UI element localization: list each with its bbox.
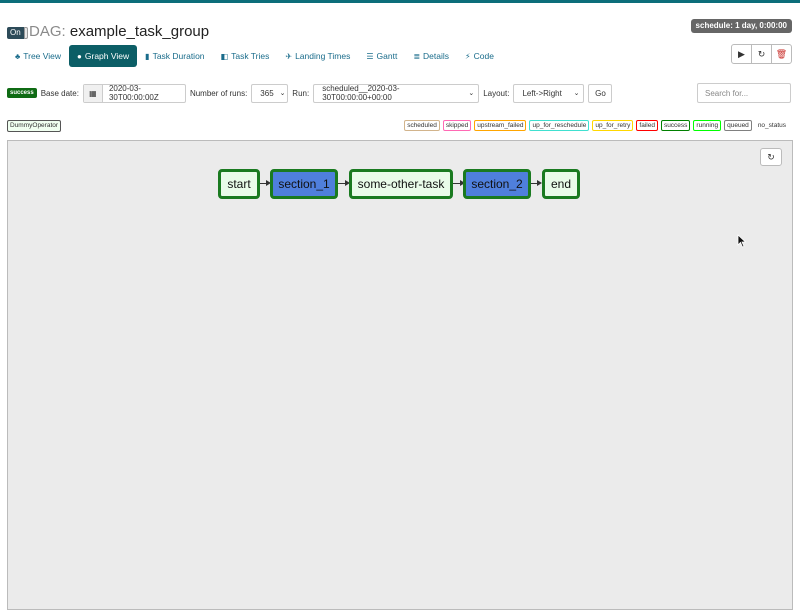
tab-task-tries[interactable]: ◧ Task Tries — [213, 45, 278, 67]
state-legend: scheduled skipped upstream_failed up_for… — [401, 120, 788, 131]
dag-action-buttons: ▶ ↻ 🗑 — [731, 44, 792, 64]
list-icon: ≣ — [413, 51, 421, 61]
schedule-badge: schedule: 1 day, 0:00:00 — [690, 19, 792, 33]
tab-graph-view[interactable]: ● Graph View — [69, 45, 138, 67]
state-up-for-retry: up_for_retry — [592, 120, 634, 131]
dag-prefix: DAG: — [29, 23, 66, 40]
state-running: running — [693, 120, 722, 131]
refresh-icon: ↻ — [767, 151, 775, 162]
graph-node-section-1[interactable]: section_1 — [270, 169, 338, 199]
play-icon: ▶ — [738, 48, 745, 59]
tab-tree-view[interactable]: ♣ Tree View — [7, 45, 69, 67]
graph-node-end[interactable]: end — [542, 169, 580, 199]
state-skipped: skipped — [442, 120, 472, 131]
bolt-icon: ⚡ — [465, 51, 471, 61]
tab-code[interactable]: ⚡ Code — [457, 45, 502, 67]
base-date-value: 2020-03-30T00:00:00Z — [108, 84, 159, 102]
chevron-down-icon: ⌄ — [573, 90, 580, 97]
state-upstream-failed: upstream_failed — [474, 120, 527, 131]
view-tabs: ♣ Tree View ● Graph View ▮ Task Duration ◧ T… — [7, 45, 502, 67]
run-select[interactable]: scheduled__2020-03-30T00:00:00+00:00 ⌄ — [313, 83, 480, 103]
dag-pause-toggle[interactable]: On — [7, 27, 28, 39]
tries-icon: ◧ — [220, 51, 229, 61]
graph-node-some-other-task[interactable]: some-other-task — [349, 169, 453, 199]
dag-id: example_task_group — [69, 23, 210, 40]
num-runs-label: Number of runs: — [189, 88, 248, 98]
tree-icon: ♣ — [15, 51, 21, 61]
refresh-dag-button[interactable]: ↻ — [751, 44, 772, 64]
tab-gantt[interactable]: ☰ Gantt — [358, 45, 405, 67]
layout-select[interactable]: Left->Right ⌄ — [513, 83, 585, 103]
graph-refresh-button[interactable]: ↻ — [760, 148, 782, 166]
bar-chart-icon: ▮ — [145, 51, 150, 61]
operator-legend: DummyOperator — [7, 120, 62, 132]
num-runs-select[interactable]: 365 ⌄ — [251, 83, 289, 103]
delete-dag-button[interactable]: 🗑 — [771, 44, 792, 64]
trash-icon: 🗑 — [775, 48, 788, 59]
state-scheduled: scheduled — [404, 120, 440, 131]
search-input[interactable] — [697, 83, 791, 103]
chevron-down-icon: ⌄ — [468, 90, 475, 97]
state-queued: queued — [724, 120, 752, 131]
graph-node-start[interactable]: start — [218, 169, 260, 199]
toggle-on-label: On — [7, 27, 24, 39]
layout-label: Layout: — [483, 88, 510, 98]
refresh-icon: ↻ — [757, 48, 766, 59]
chevron-down-icon: ⌄ — [279, 90, 286, 97]
gantt-icon: ☰ — [366, 51, 374, 61]
tab-landing-times[interactable]: ✈ Landing Times — [277, 45, 358, 67]
tab-details[interactable]: ≣ Details — [405, 45, 457, 67]
state-failed: failed — [636, 120, 658, 131]
circle-icon: ● — [77, 51, 82, 61]
base-date-label: Base date: — [40, 88, 79, 98]
graph-node-section-2[interactable]: section_2 — [463, 169, 531, 199]
base-date-input[interactable]: ▦ 2020-03-30T00:00:00Z — [82, 83, 186, 103]
graph-filter-form: success Base date: ▦ 2020-03-30T00:00:00… — [7, 83, 613, 103]
trigger-dag-button[interactable]: ▶ — [731, 44, 752, 64]
state-no-status: no_status — [755, 121, 788, 130]
mouse-cursor-icon — [737, 234, 747, 248]
tab-task-duration[interactable]: ▮ Task Duration — [137, 45, 212, 67]
state-success: success — [660, 120, 691, 131]
page-title: DAG: example_task_group — [29, 22, 209, 42]
state-up-for-reschedule: up_for_reschedule — [529, 120, 590, 131]
run-state-badge: success — [7, 88, 37, 98]
calendar-icon: ▦ — [83, 84, 103, 102]
run-label: Run: — [292, 88, 310, 98]
graph-canvas[interactable]: ↻ start section_1 some-other-task sectio… — [7, 140, 793, 610]
top-accent-bar — [0, 0, 800, 3]
toggle-knob — [23, 27, 28, 39]
go-button[interactable]: Go — [588, 83, 613, 103]
plane-icon: ✈ — [285, 51, 293, 61]
